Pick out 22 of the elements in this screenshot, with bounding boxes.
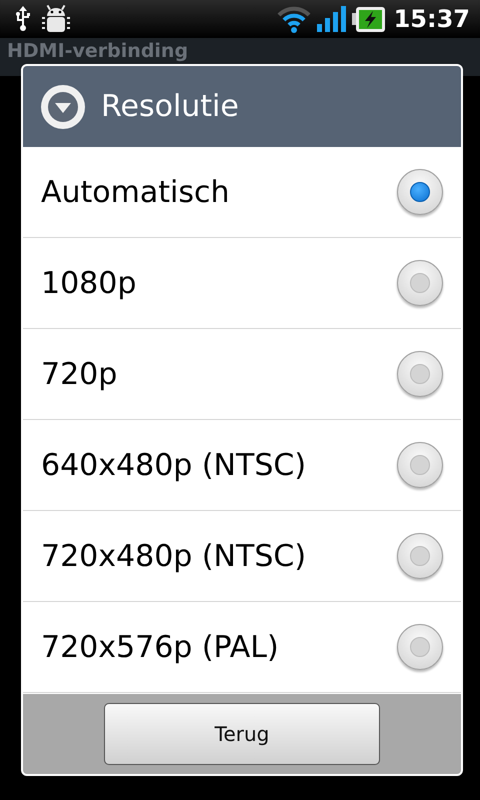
radio-button[interactable] bbox=[397, 624, 443, 670]
battery-charging-icon bbox=[352, 4, 386, 34]
radio-button[interactable] bbox=[397, 169, 443, 215]
dropdown-icon bbox=[39, 82, 87, 130]
dialog-title: Resolutie bbox=[101, 89, 239, 124]
radio-button[interactable] bbox=[397, 442, 443, 488]
option-label[interactable]: Automatisch bbox=[41, 174, 230, 210]
app-title: HDMI-verbinding bbox=[7, 40, 188, 62]
option-label[interactable]: 720p bbox=[41, 356, 118, 392]
option-label[interactable]: 1080p bbox=[41, 266, 136, 300]
back-button[interactable]: Terug bbox=[104, 703, 380, 765]
clock-time: 15:37 bbox=[394, 5, 470, 33]
radio-button[interactable] bbox=[397, 533, 443, 579]
option-label[interactable]: 720x480p (NTSC) bbox=[41, 538, 306, 574]
wifi-icon bbox=[276, 4, 312, 34]
radio-button[interactable] bbox=[397, 260, 443, 306]
android-icon bbox=[40, 4, 72, 34]
option-label[interactable]: 640x480p (NTSC) bbox=[41, 448, 306, 482]
radio-button[interactable] bbox=[397, 351, 443, 397]
option-label[interactable]: 720x576p (PAL) bbox=[41, 630, 279, 664]
signal-icon bbox=[316, 4, 348, 34]
usb-icon bbox=[14, 6, 32, 32]
